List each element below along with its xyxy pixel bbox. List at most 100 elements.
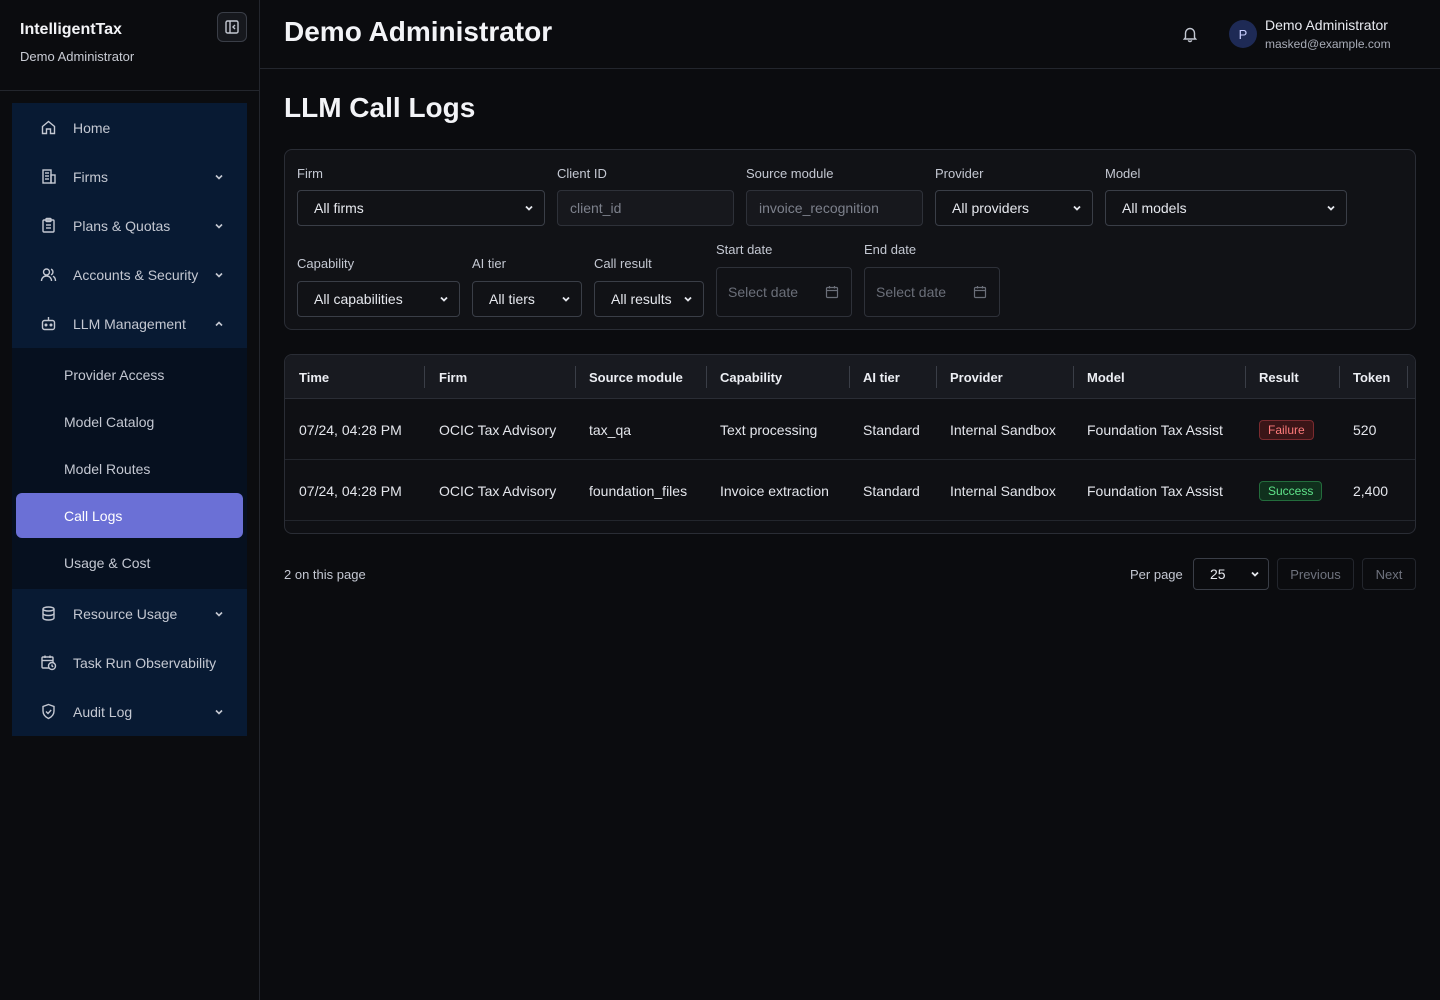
chevron-down-icon [525, 205, 533, 211]
model-filter-label: Model [1105, 166, 1141, 181]
table-row[interactable]: 07/24, 04:28 PM OCIC Tax Advisory tax_qa… [285, 399, 1415, 460]
cell-ai-tier: Standard [863, 421, 920, 438]
firm-select[interactable]: All firms [297, 190, 545, 226]
sidebar-subitem-provider-access[interactable]: Provider Access [16, 352, 243, 397]
table-row[interactable]: 07/24, 04:28 PM OCIC Tax Advisory founda… [285, 460, 1415, 521]
chevron-down-icon [1327, 205, 1335, 211]
column-header-source-module[interactable]: Source module [589, 355, 683, 399]
end-date-placeholder: Select date [876, 284, 947, 300]
sidebar-subitem-call-logs[interactable]: Call Logs [16, 493, 243, 538]
sidebar-item-home[interactable]: Home [12, 103, 247, 152]
start-date-label: Start date [716, 242, 773, 257]
cell-ai-tier: Standard [863, 482, 920, 499]
sidebar-item-firms[interactable]: Firms [12, 152, 247, 201]
sidebar-subitem-usage-cost[interactable]: Usage & Cost [16, 540, 243, 585]
sidebar-item-task-run-observability[interactable]: Task Run Observability [12, 638, 247, 687]
cell-token: 2,400 [1353, 482, 1389, 499]
cell-time: 07/24, 04:28 PM [299, 482, 402, 499]
cell-provider: Internal Sandbox [950, 421, 1056, 438]
table-header: Time Firm Source module Capability AI ti… [285, 355, 1415, 399]
call-result-filter-label: Call result [594, 256, 652, 271]
page-title: LLM Call Logs [284, 92, 476, 123]
chevron-down-icon [213, 171, 225, 183]
source-module-input[interactable]: invoice_recognition [746, 190, 923, 226]
per-page-value: 25 [1210, 566, 1226, 582]
nav-group-top: Home Firms Plans & Quotas Accounts & Sec… [12, 103, 247, 348]
end-date-picker[interactable]: Select date [864, 267, 1000, 317]
next-page-button[interactable]: Next [1362, 558, 1416, 590]
cell-capability: Text processing [720, 421, 818, 438]
database-icon [40, 605, 57, 622]
per-page-select[interactable]: 25 [1193, 558, 1269, 590]
column-divider [1073, 366, 1074, 388]
user-name: Demo Administrator [1265, 17, 1388, 33]
llm-submenu: Provider Access Model Catalog Model Rout… [12, 348, 247, 589]
previous-page-button[interactable]: Previous [1277, 558, 1354, 590]
bell-icon[interactable] [1181, 25, 1199, 43]
call-logs-table: Time Firm Source module Capability AI ti… [284, 354, 1416, 534]
sidebar-item-llm-management[interactable]: LLM Management [12, 299, 247, 348]
building-icon [40, 168, 57, 185]
sidebar-subitem-model-routes[interactable]: Model Routes [16, 446, 243, 491]
column-divider [575, 366, 576, 388]
ai-tier-filter-label: AI tier [472, 256, 506, 271]
sidebar-item-resource-usage[interactable]: Resource Usage [12, 589, 247, 638]
collapse-sidebar-button[interactable] [217, 12, 247, 42]
nav-group-bottom: Resource Usage Task Run Observability Au… [12, 589, 247, 736]
start-date-picker[interactable]: Select date [716, 267, 852, 317]
chevron-down-icon [1251, 571, 1259, 577]
avatar[interactable]: P [1229, 20, 1257, 48]
sidebar-divider [0, 90, 259, 91]
calendar-icon [973, 286, 987, 299]
cell-source-module: tax_qa [589, 421, 632, 438]
source-module-label: Source module [746, 166, 834, 181]
sidebar-item-audit-log[interactable]: Audit Log [12, 687, 247, 736]
brand-subtitle: Demo Administrator [20, 49, 135, 64]
column-divider [706, 366, 707, 388]
client-id-label: Client ID [557, 166, 607, 181]
sidebar-item-label: Home [73, 119, 111, 136]
call-result-select-value: All results [611, 291, 672, 307]
capability-select[interactable]: All capabilities [297, 281, 460, 317]
column-header-provider[interactable]: Provider [950, 355, 1003, 399]
column-divider [424, 366, 425, 388]
sidebar-item-plans-quotas[interactable]: Plans & Quotas [12, 201, 247, 250]
column-header-ai-tier[interactable]: AI tier [863, 355, 900, 399]
column-divider [849, 366, 850, 388]
chevron-down-icon [1073, 205, 1081, 211]
column-header-model[interactable]: Model [1087, 355, 1125, 399]
provider-select-value: All providers [952, 200, 1030, 216]
column-header-token[interactable]: Token [1353, 355, 1390, 399]
end-date-label: End date [864, 242, 917, 257]
sidebar-subitem-model-catalog[interactable]: Model Catalog [16, 399, 243, 444]
users-icon [40, 266, 57, 283]
capability-select-value: All capabilities [314, 291, 403, 307]
client-id-input[interactable]: client_id [557, 190, 734, 226]
sidebar-item-label: Resource Usage [73, 605, 178, 622]
provider-filter-label: Provider [935, 166, 984, 181]
sidebar-item-accounts-security[interactable]: Accounts & Security [12, 250, 247, 299]
brand-name: IntelligentTax [20, 21, 122, 38]
home-icon [40, 119, 57, 136]
provider-select[interactable]: All providers [935, 190, 1093, 226]
calendar-icon [825, 286, 839, 299]
sidebar-item-label: LLM Management [73, 315, 186, 332]
firm-filter-label: Firm [297, 166, 323, 181]
cell-model: Foundation Tax Assist [1087, 482, 1223, 499]
sidebar-item-label: Audit Log [73, 703, 133, 720]
model-select[interactable]: All models [1105, 190, 1347, 226]
sidebar: IntelligentTax Demo Administrator Home F… [0, 0, 260, 1000]
call-result-select[interactable]: All results [594, 281, 704, 317]
ai-tier-select[interactable]: All tiers [472, 281, 582, 317]
column-header-firm[interactable]: Firm [439, 355, 467, 399]
chevron-down-icon [213, 608, 225, 620]
start-date-placeholder: Select date [728, 284, 799, 300]
sidebar-item-label: Accounts & Security [73, 266, 199, 283]
column-header-time[interactable]: Time [299, 355, 329, 399]
column-header-result[interactable]: Result [1259, 355, 1299, 399]
chevron-down-icon [684, 296, 692, 302]
status-badge-success: Success [1259, 480, 1323, 501]
clipboard-icon [40, 217, 57, 234]
column-header-capability[interactable]: Capability [720, 355, 782, 399]
bot-icon [40, 315, 57, 332]
